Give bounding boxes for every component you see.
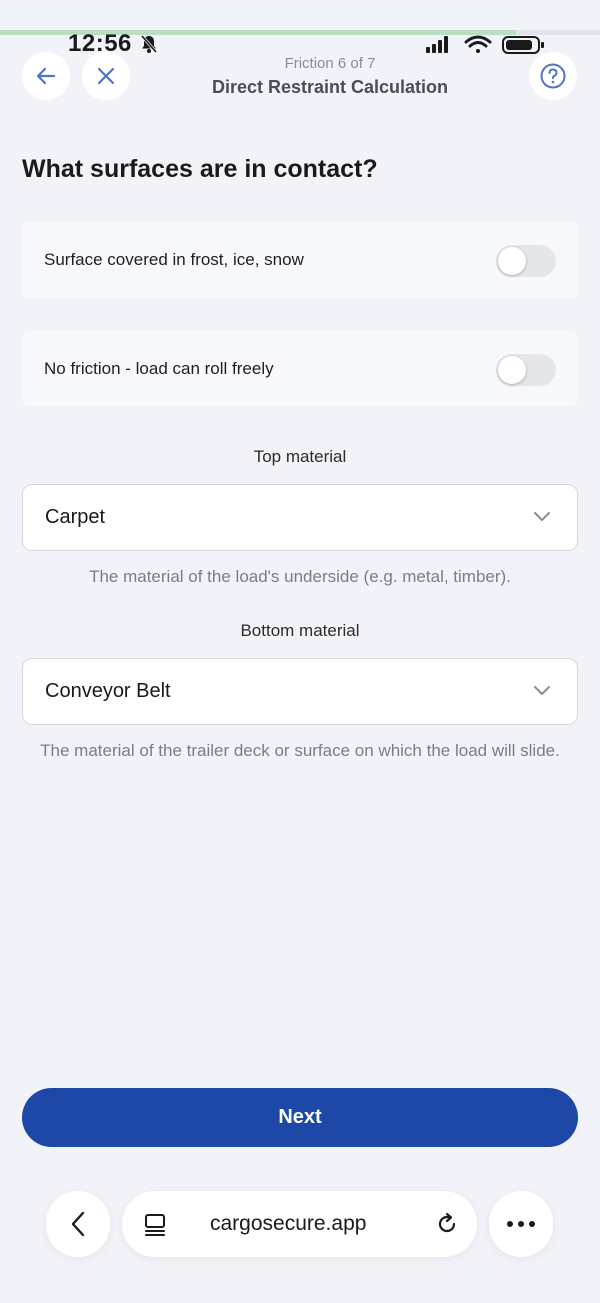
bottom-material-label: Bottom material [240,621,360,640]
chevron-down-icon [534,512,550,521]
chevron-left-icon [71,1211,85,1237]
toggle-row-frost: Surface covered in frost, ice, snow [22,222,578,298]
url-text: cargosecure.app [210,1212,367,1235]
signal-icon [426,36,448,53]
status-bar: 12:56 [0,0,600,60]
battery-icon [502,36,544,54]
toggle-row-no-friction: No friction - load can roll freely [22,331,578,407]
close-icon [97,67,115,85]
top-material-select[interactable]: Carpet [22,484,578,551]
next-button[interactable]: Next [22,1088,578,1147]
status-icons [426,35,544,54]
question-circle-icon [540,63,566,89]
toggle-label: Surface covered in frost, ice, snow [44,250,304,269]
bottom-material-select[interactable]: Conveyor Belt [22,658,578,725]
toggle-label: No friction - load can roll freely [44,359,274,378]
page-title: Direct Restraint Calculation [211,77,449,97]
question-heading: What surfaces are in contact? [22,155,378,183]
top-material-label: Top material [253,447,347,466]
more-dots-icon [507,1221,535,1227]
select-value: Conveyor Belt [45,680,171,702]
bottom-material-helper: The material of the trailer deck or surf… [40,741,560,760]
help-button[interactable] [529,52,577,100]
select-value: Carpet [45,506,106,528]
close-button[interactable] [82,52,130,100]
back-button[interactable] [22,52,70,100]
toggle-knob [498,356,526,384]
no-friction-toggle[interactable] [496,354,556,386]
more-button[interactable] [489,1191,553,1257]
wifi-icon [464,35,492,53]
toggle-knob [498,247,526,275]
chevron-down-icon [534,686,550,695]
arrow-left-icon [36,67,56,85]
browser-back-button[interactable] [46,1191,110,1257]
reload-icon[interactable] [435,1212,459,1236]
frost-toggle[interactable] [496,245,556,277]
step-indicator: Friction 6 of 7 [284,55,376,72]
top-material-helper: The material of the load's underside (e.… [89,567,511,586]
tabs-icon[interactable] [144,1213,166,1237]
bell-muted-icon [140,35,158,53]
address-bar[interactable]: cargosecure.app [122,1191,477,1257]
